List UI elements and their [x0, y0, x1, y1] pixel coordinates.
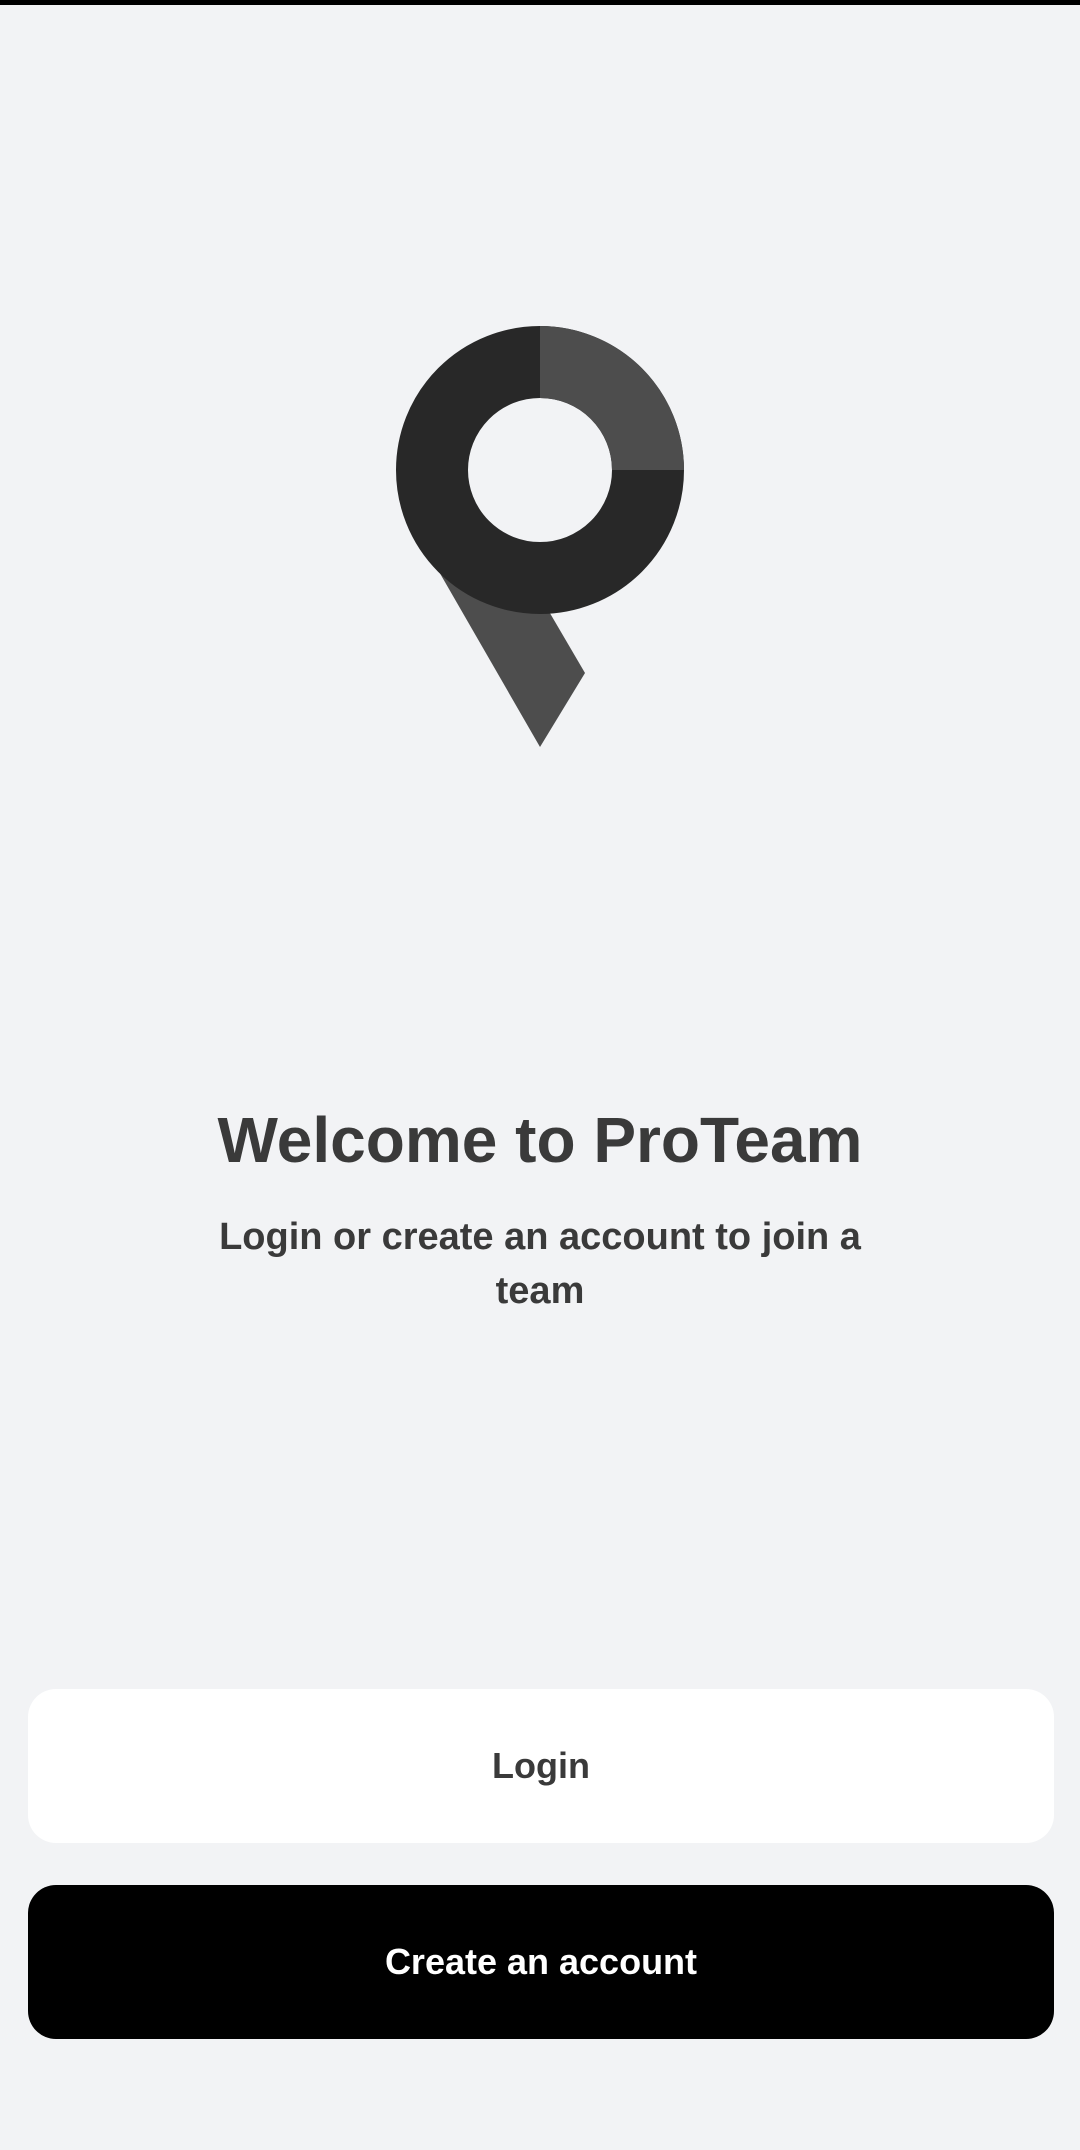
welcome-subtitle: Login or create an account to join a tea…	[219, 1216, 861, 1312]
app-logo-icon	[396, 326, 684, 747]
status-bar-strip	[0, 0, 1080, 5]
welcome-section: Welcome to ProTeam Login or create an ac…	[0, 1095, 1080, 1318]
login-button[interactable]: Login	[28, 1689, 1054, 1843]
welcome-title: Welcome to ProTeam	[217, 1104, 863, 1176]
create-account-button[interactable]: Create an account	[28, 1885, 1054, 2039]
